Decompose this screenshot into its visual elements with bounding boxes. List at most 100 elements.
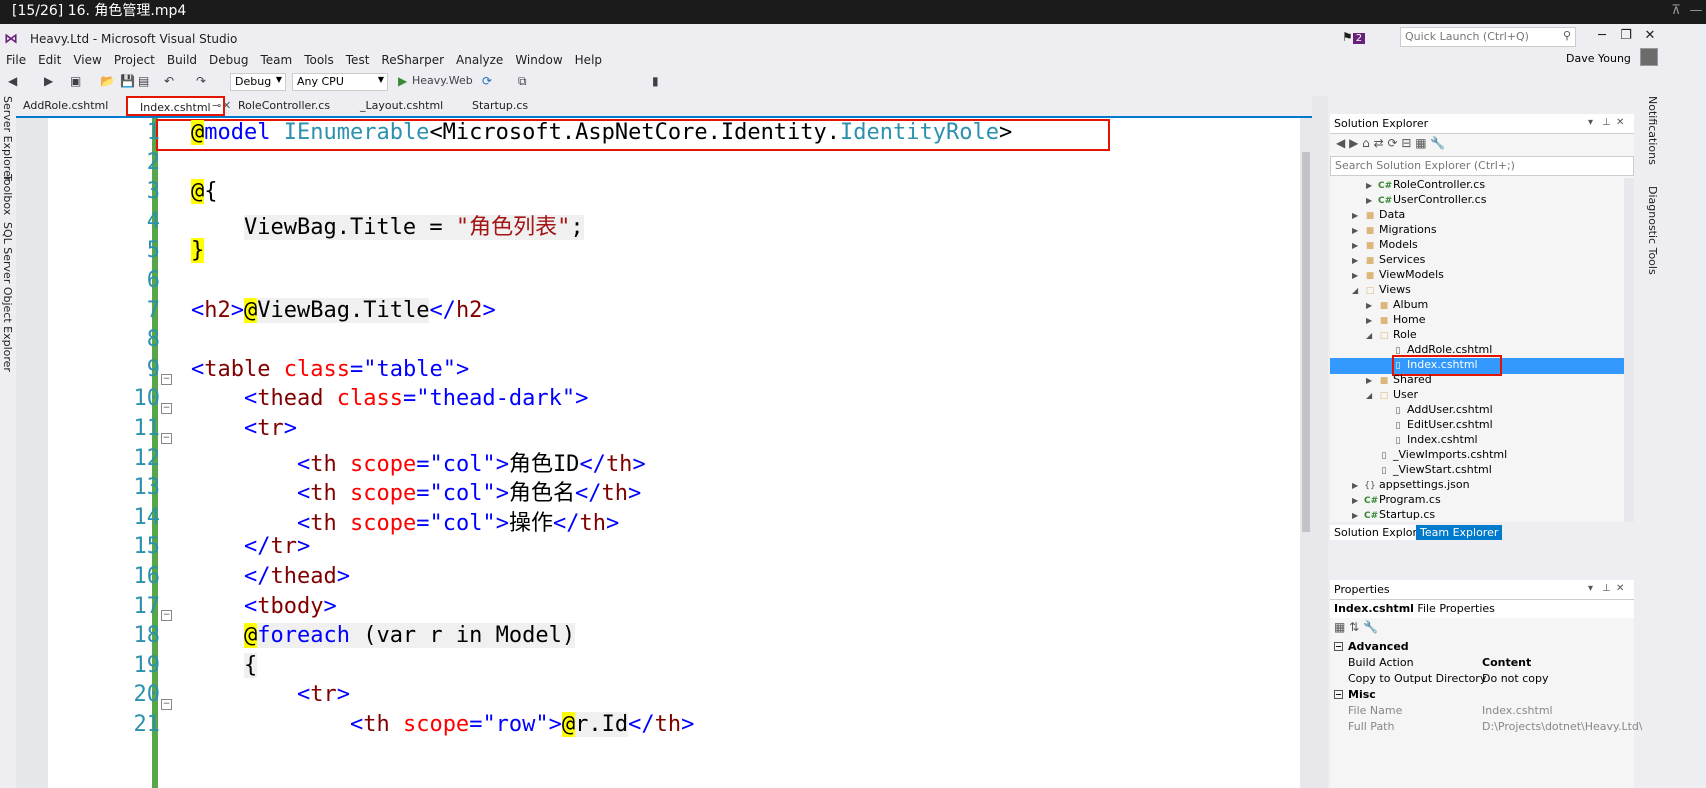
- property-value[interactable]: Do not copy: [1482, 672, 1548, 685]
- redo-icon[interactable]: ↷: [196, 74, 206, 88]
- collapse-icon[interactable]: −: [1334, 690, 1343, 699]
- tab-rolecontroller[interactable]: RoleController.cs: [238, 99, 330, 112]
- collapse-icon[interactable]: −: [161, 610, 172, 621]
- tree-node[interactable]: ▶ ■ Models: [1352, 238, 1418, 254]
- notifications-tab[interactable]: Notifications: [1646, 96, 1659, 165]
- refresh-icon[interactable]: ⟳: [482, 74, 492, 88]
- alphabetical-icon[interactable]: ⇅: [1349, 620, 1359, 634]
- diagnostic-tools-tab[interactable]: Diagnostic Tools: [1646, 186, 1659, 275]
- bookmark-icon[interactable]: ▮: [652, 74, 659, 88]
- tree-node[interactable]: ◢ □ Role: [1366, 328, 1417, 344]
- collapse-icon[interactable]: −: [161, 403, 172, 414]
- menu-edit[interactable]: Edit: [32, 50, 67, 67]
- forward-icon[interactable]: ▶: [1349, 136, 1358, 150]
- sync-icon[interactable]: ⇄: [1374, 136, 1384, 150]
- pin-icon[interactable]: ⊥: [1602, 583, 1611, 594]
- start-icon[interactable]: ▶: [398, 74, 407, 88]
- tree-node[interactable]: ▯ _ViewStart.cshtml: [1366, 463, 1492, 479]
- tree-node[interactable]: ▯ AddUser.cshtml: [1380, 403, 1493, 419]
- menu-analyze[interactable]: Analyze: [450, 50, 509, 67]
- menu-file[interactable]: File: [0, 50, 32, 67]
- category-advanced[interactable]: − Advanced: [1330, 640, 1634, 656]
- open-file-icon[interactable]: 📂: [100, 74, 115, 88]
- sql-server-object-explorer-tab[interactable]: SQL Server Object Explorer: [1, 222, 14, 372]
- menu-resharper[interactable]: ReSharper: [375, 50, 450, 67]
- tree-node[interactable]: ◢ □ Views: [1352, 283, 1411, 299]
- solution-platform-select[interactable]: Any CPU ▼: [292, 73, 388, 91]
- tree-node[interactable]: ▶ C#Program.cs: [1352, 493, 1441, 509]
- solution-explorer-scrollbar[interactable]: [1624, 178, 1634, 522]
- tree-node[interactable]: ▯ Index.cshtml: [1380, 433, 1478, 449]
- undo-icon[interactable]: ↶: [164, 74, 174, 88]
- server-explorer-tab[interactable]: Server Explorer: [1, 96, 14, 181]
- show-all-icon[interactable]: ▦: [1415, 136, 1426, 150]
- tree-node[interactable]: ▯ EditUser.cshtml: [1380, 418, 1493, 434]
- property-row[interactable]: File Name Index.cshtml: [1330, 704, 1634, 720]
- tab-team-explorer[interactable]: Team Explorer: [1416, 525, 1503, 540]
- categorized-icon[interactable]: ▦: [1334, 620, 1345, 634]
- quick-launch-input[interactable]: Quick Launch (Ctrl+Q) ⚲: [1400, 27, 1576, 47]
- tree-node[interactable]: ▶ ■ Migrations: [1352, 223, 1437, 239]
- tree-node[interactable]: ▶{} appsettings.json: [1352, 478, 1470, 494]
- menu-test[interactable]: Test: [340, 50, 376, 67]
- category-misc[interactable]: − Misc: [1330, 688, 1634, 704]
- home-icon[interactable]: ⌂: [1362, 136, 1370, 150]
- user-name[interactable]: Dave Young: [1566, 52, 1631, 65]
- tree-node[interactable]: ▶ ■ Shared: [1366, 373, 1432, 389]
- solution-explorer-search[interactable]: Search Solution Explorer (Ctrl+;): [1330, 156, 1634, 176]
- back-icon[interactable]: ◀: [1336, 136, 1345, 150]
- tree-node[interactable]: ◢ □ User: [1366, 388, 1418, 404]
- close-tab-icon[interactable]: ✕: [222, 99, 231, 112]
- save-all-icon[interactable]: ▤: [138, 74, 149, 88]
- tab-addrole[interactable]: AddRole.cshtml: [23, 99, 108, 112]
- collapse-icon[interactable]: −: [161, 433, 172, 444]
- menu-help[interactable]: Help: [569, 50, 608, 67]
- notifications-flag[interactable]: ⚑ 2: [1342, 30, 1366, 44]
- code-editor[interactable]: 1 2 3 4 5 6 7 8 9 10 11 12 13 14 15 16 1…: [16, 118, 1312, 788]
- minimize-button[interactable]: ─: [1590, 28, 1614, 43]
- tree-node[interactable]: ▶ ■ Album: [1366, 298, 1428, 314]
- collapse-all-icon[interactable]: ⊟: [1401, 136, 1411, 150]
- pin-icon[interactable]: ⊥: [1602, 117, 1611, 128]
- browser-link-icon[interactable]: ⧉: [518, 74, 527, 89]
- menu-debug[interactable]: Debug: [203, 50, 254, 67]
- tree-node[interactable]: ▯ _ViewImports.cshtml: [1366, 448, 1508, 464]
- menu-tools[interactable]: Tools: [298, 50, 340, 67]
- close-icon[interactable]: ✕: [1616, 583, 1624, 594]
- tree-node[interactable]: ▶ C#UserController.cs: [1366, 193, 1486, 209]
- menu-team[interactable]: Team: [254, 50, 298, 67]
- collapse-icon[interactable]: −: [1334, 642, 1343, 651]
- menu-view[interactable]: View: [67, 50, 107, 67]
- collapse-icon[interactable]: −: [161, 699, 172, 710]
- solution-configuration-select[interactable]: Debug ▼: [230, 73, 286, 91]
- pin-icon[interactable]: ⊸: [212, 99, 221, 112]
- editor-scroll-thumb[interactable]: [1302, 152, 1310, 532]
- start-target-button[interactable]: Heavy.Web: [412, 74, 473, 87]
- refresh-icon[interactable]: ⟳: [1387, 136, 1397, 150]
- panel-splitter[interactable]: [1312, 96, 1328, 788]
- tree-node[interactable]: ▶ C#RoleController.cs: [1366, 178, 1485, 194]
- property-row[interactable]: Build Action Content: [1330, 656, 1634, 672]
- property-row[interactable]: Copy to Output Directory Do not copy: [1330, 672, 1634, 688]
- properties-object-select[interactable]: Index.cshtml File Properties: [1330, 600, 1634, 618]
- close-icon[interactable]: ✕: [1616, 117, 1624, 128]
- property-value[interactable]: Content: [1482, 656, 1531, 669]
- avatar[interactable]: [1640, 48, 1658, 66]
- tab-startup[interactable]: Startup.cs: [472, 99, 528, 112]
- restore-button[interactable]: ❐: [1614, 28, 1638, 43]
- tab-layout[interactable]: _Layout.cshtml: [360, 99, 443, 112]
- tree-node[interactable]: ▶ ■ ViewModels: [1352, 268, 1444, 284]
- new-project-icon[interactable]: ▣: [70, 74, 81, 88]
- tree-node[interactable]: ▶ ■ Home: [1366, 313, 1425, 329]
- menu-build[interactable]: Build: [161, 50, 203, 67]
- close-player-button[interactable]: —: [1686, 0, 1706, 22]
- menu-window[interactable]: Window: [509, 50, 568, 67]
- collapse-icon[interactable]: −: [161, 374, 172, 385]
- forward-icon[interactable]: ▶: [44, 74, 53, 88]
- toolbox-tab[interactable]: Toolbox: [1, 174, 14, 215]
- properties-icon[interactable]: 🔧: [1430, 136, 1445, 150]
- window-position-icon[interactable]: ▾: [1588, 117, 1593, 128]
- window-position-icon[interactable]: ▾: [1588, 583, 1593, 594]
- menu-project[interactable]: Project: [108, 50, 161, 67]
- save-icon[interactable]: 💾: [120, 74, 135, 88]
